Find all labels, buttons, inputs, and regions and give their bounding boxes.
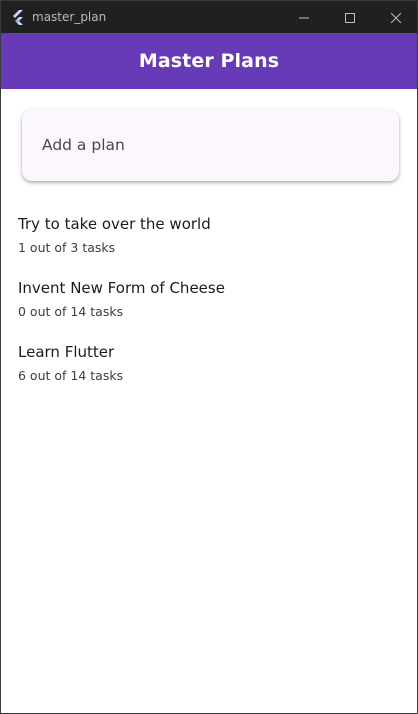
plan-progress: 6 out of 14 tasks [18,368,124,383]
flutter-logo-icon [10,9,26,25]
close-button[interactable] [373,1,417,33]
minimize-icon [299,8,309,27]
plan-name: Invent New Form of Cheese [18,279,225,297]
plan-list: Try to take over the world 1 out of 3 ta… [1,209,417,401]
list-item[interactable]: Try to take over the world 1 out of 3 ta… [1,209,417,273]
title-bar[interactable]: master_plan [1,1,417,33]
maximize-button[interactable] [327,1,373,33]
app-bar: Master Plans [1,33,417,89]
app-window: master_plan Master Plans Try to take ove… [0,0,418,714]
maximize-icon [345,8,355,27]
plan-name: Learn Flutter [18,343,115,361]
page-title: Master Plans [138,50,280,72]
list-item[interactable]: Invent New Form of Cheese 0 out of 14 ta… [1,273,417,337]
add-plan-input[interactable] [42,109,382,181]
list-item[interactable]: Learn Flutter 6 out of 14 tasks [1,337,417,401]
close-icon [390,8,402,27]
plan-progress: 0 out of 14 tasks [18,304,124,319]
plan-progress: 1 out of 3 tasks [18,240,116,255]
minimize-button[interactable] [281,1,327,33]
window-title: master_plan [32,10,107,24]
plan-name: Try to take over the world [18,215,211,233]
add-plan-card[interactable] [22,109,399,181]
